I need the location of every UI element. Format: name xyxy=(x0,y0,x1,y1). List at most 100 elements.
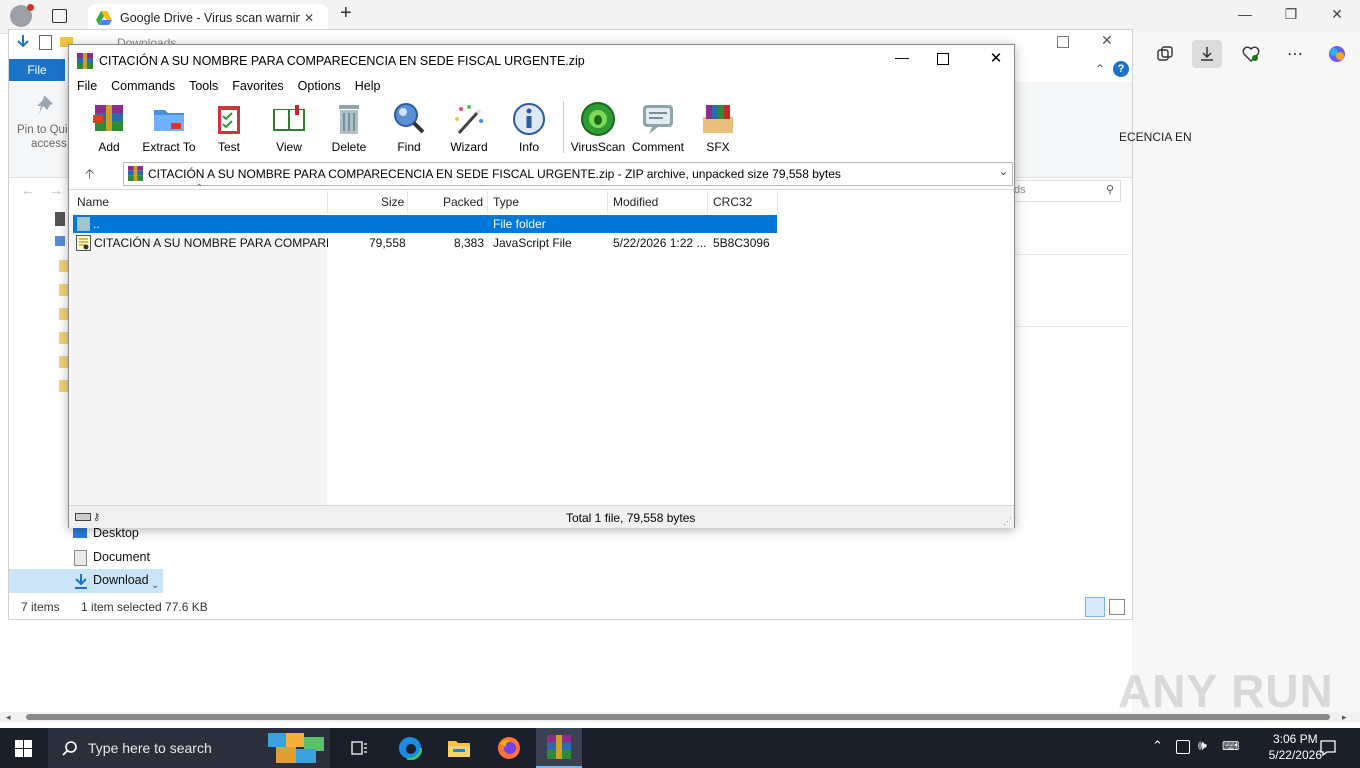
up-folder-icon[interactable]: 🡡 xyxy=(85,165,94,187)
firefox-icon[interactable] xyxy=(489,732,529,764)
puzzle-icon xyxy=(268,733,324,763)
archive-path-field[interactable]: CITACIÓN A SU NOMBRE PARA COMPARECENCIA … xyxy=(123,162,1013,186)
delete-button[interactable]: Delete xyxy=(319,101,379,157)
language-icon[interactable]: ⌨ xyxy=(1222,739,1239,753)
sort-arrow-icon: ⌃ xyxy=(195,183,204,194)
menu-commands[interactable]: Commands xyxy=(111,79,175,93)
new-tab-button[interactable]: + xyxy=(340,2,352,25)
column-header-crc32[interactable]: CRC32 xyxy=(713,191,752,213)
close-button[interactable]: ✕ xyxy=(1322,6,1352,23)
column-divider xyxy=(777,191,778,213)
ribbon-collapse-icon[interactable]: ⌃ xyxy=(1095,62,1105,76)
more-options-icon[interactable]: ⋯ xyxy=(1280,40,1310,68)
row-type: JavaScript File xyxy=(493,236,572,250)
row-modified: 5/22/2026 1:22 ... xyxy=(613,236,707,250)
resize-grip-icon[interactable]: ⋰ xyxy=(1003,516,1012,527)
details-view-icon[interactable] xyxy=(1085,597,1105,617)
restore-button[interactable]: ❐ xyxy=(1276,6,1306,23)
pin-icon[interactable] xyxy=(37,94,59,116)
menu-options[interactable]: Options xyxy=(298,79,341,93)
copilot-icon[interactable] xyxy=(1322,40,1352,68)
explorer-restore-button[interactable] xyxy=(1057,36,1069,48)
desktop-icon xyxy=(73,527,87,538)
nav-tree-downloads[interactable]: Download xyxy=(9,569,163,593)
table-row-file[interactable]: CITACIÓN A SU NOMBRE PARA COMPARE... 79,… xyxy=(73,234,777,252)
search-placeholder: ds xyxy=(1014,184,1026,196)
info-button[interactable]: Info xyxy=(499,101,559,157)
tray-chevron-up-icon[interactable]: ⌃ xyxy=(1152,738,1163,754)
downloads-icon[interactable] xyxy=(1192,40,1222,68)
taskbar-search-box[interactable]: Type here to search xyxy=(48,728,330,768)
comment-button[interactable]: Comment xyxy=(628,101,688,157)
explorer-close-button[interactable]: ✕ xyxy=(1101,32,1113,49)
minimize-button[interactable]: — xyxy=(1230,6,1260,22)
row-size: 79,558 xyxy=(369,236,406,250)
menu-help[interactable]: Help xyxy=(355,79,381,93)
file-explorer-icon[interactable] xyxy=(439,732,479,764)
collections-icon[interactable] xyxy=(1150,40,1180,68)
tiles-view-icon[interactable] xyxy=(1109,599,1125,615)
forward-arrow-icon[interactable]: → xyxy=(49,182,63,198)
column-header-packed[interactable]: Packed xyxy=(443,191,483,213)
tab-actions-icon[interactable] xyxy=(52,9,67,23)
find-button[interactable]: Find xyxy=(379,101,439,157)
nav-tree-documents[interactable]: Document xyxy=(71,548,163,568)
notification-icon[interactable] xyxy=(1320,740,1336,756)
taskbar: Type here to search ⌃ 🕪 ⌨ 3:06 PM 5/22/2… xyxy=(0,728,1360,768)
scroll-right-icon[interactable]: ▸ xyxy=(1342,712,1347,723)
windows-start-icon[interactable] xyxy=(15,740,32,757)
menu-tools[interactable]: Tools xyxy=(189,79,218,93)
row-name: .. xyxy=(93,217,100,231)
column-header-name[interactable]: Name xyxy=(77,191,109,213)
divider xyxy=(1015,326,1129,327)
toolbar: Add Extract To Test View Delete Find Wiz… xyxy=(79,101,748,157)
column-divider xyxy=(607,191,608,213)
wand-icon xyxy=(455,105,483,135)
tab-close-icon[interactable]: ✕ xyxy=(304,11,314,25)
test-button[interactable]: Test xyxy=(199,101,259,157)
profile-avatar[interactable] xyxy=(10,4,34,27)
clock-time: 3:06 PM xyxy=(1272,732,1318,746)
zip-archive-icon xyxy=(128,166,143,181)
downloads-arrow-icon xyxy=(75,574,87,589)
properties-icon[interactable] xyxy=(39,34,52,50)
system-clock[interactable]: 3:06 PM 5/22/2026 xyxy=(1269,731,1322,763)
network-icon[interactable] xyxy=(1176,740,1190,754)
add-button[interactable]: Add xyxy=(79,101,139,157)
chevron-down-icon[interactable]: ⌄ xyxy=(999,165,1008,178)
column-header-size[interactable]: Size xyxy=(381,191,404,213)
virusscan-button[interactable]: VirusScan xyxy=(568,101,628,157)
winrar-close-button[interactable]: ✕ xyxy=(981,49,1011,67)
table-row-parent[interactable]: .. File folder xyxy=(73,215,777,233)
winrar-maximize-button[interactable] xyxy=(937,53,949,65)
winrar-minimize-button[interactable]: — xyxy=(887,49,917,65)
truncated-path-text: ECENCIA EN xyxy=(1119,130,1192,144)
winrar-title: CITACIÓN A SU NOMBRE PARA COMPARECENCIA … xyxy=(99,54,585,68)
winrar-taskbar-icon[interactable] xyxy=(536,728,582,768)
view-button[interactable]: View xyxy=(259,101,319,157)
performance-icon[interactable] xyxy=(1236,40,1266,68)
tool-label: Test xyxy=(217,140,240,154)
sfx-icon xyxy=(703,105,733,133)
back-arrow-icon[interactable]: ← xyxy=(21,182,35,198)
nav-scroll-down-icon[interactable]: ⌄ xyxy=(151,580,159,591)
scroll-left-icon[interactable]: ◂ xyxy=(6,712,11,723)
sfx-button[interactable]: SFX xyxy=(688,101,748,157)
tool-label: Add xyxy=(98,140,120,154)
edge-icon[interactable] xyxy=(390,732,430,764)
wizard-button[interactable]: Wizard xyxy=(439,101,499,157)
volume-icon[interactable]: 🕪 xyxy=(1198,737,1207,754)
task-view-icon[interactable] xyxy=(340,732,380,764)
column-header-type[interactable]: Type xyxy=(493,191,519,213)
tab-title: Google Drive - Virus scan warning xyxy=(120,11,300,25)
help-icon[interactable]: ? xyxy=(1113,61,1129,77)
magnifier-icon xyxy=(394,103,425,134)
menu-bar: File Commands Tools Favorites Options He… xyxy=(77,79,380,93)
explorer-search-box[interactable]: ds ⚲ xyxy=(1011,180,1121,202)
column-header-modified[interactable]: Modified xyxy=(613,191,658,213)
file-tab[interactable]: File xyxy=(9,59,65,81)
download-arrow-icon xyxy=(17,35,29,48)
extract-to-button[interactable]: Extract To xyxy=(139,101,199,157)
menu-favorites[interactable]: Favorites xyxy=(232,79,283,93)
menu-file[interactable]: File xyxy=(77,79,97,93)
